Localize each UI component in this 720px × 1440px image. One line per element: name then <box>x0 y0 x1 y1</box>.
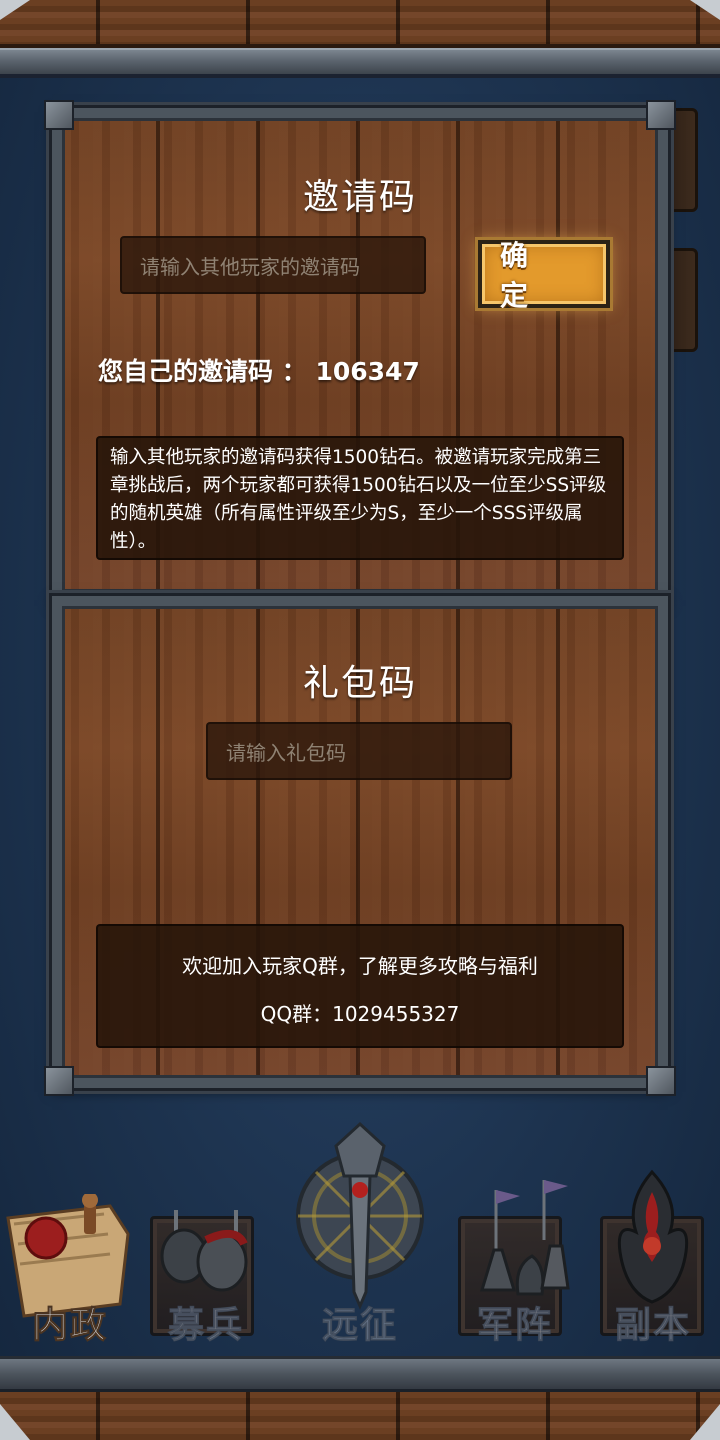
confirm-button[interactable]: 确 定 <box>475 237 613 312</box>
bottom-left-corner-ornament <box>0 1404 30 1440</box>
gift-code-input[interactable]: 请输入礼包码 <box>206 722 512 780</box>
qq-group-label: QQ群： <box>260 1002 333 1026</box>
invite-code-panel: 邀请码 请输入其他玩家的邀请码 确 定 您自己的邀请码 ： 106347 输入其… <box>44 100 676 605</box>
own-invite-code-label: 您自己的邀请码 ： <box>98 357 307 386</box>
corner-bolt <box>646 100 676 130</box>
gift-code-placeholder: 请输入礼包码 <box>226 740 346 765</box>
invite-code-title: 邀请码 <box>302 177 417 218</box>
bottom-metal-rail <box>0 1356 720 1392</box>
corner-bolt <box>646 1066 676 1096</box>
sword-emblem-icon <box>296 1121 424 1310</box>
gift-code-panel: 礼包码 请输入礼包码 欢迎加入玩家Q群，了解更多攻略与福利 QQ群：102945… <box>44 593 676 1096</box>
bottom-wood-frame <box>0 1392 720 1440</box>
top-right-corner-ornament <box>690 0 720 20</box>
invite-description-box: 输入其他玩家的邀请码获得1500钻石。被邀请玩家完成第三章挑战后，两个玩家都可获… <box>96 436 624 560</box>
invite-code-placeholder: 请输入其他玩家的邀请码 <box>140 254 360 279</box>
nav-tab-recruit[interactable]: 募兵 <box>136 1110 276 1356</box>
nav-tab-dungeon[interactable]: 副本 <box>586 1110 720 1356</box>
own-invite-code-value: 106347 <box>315 357 420 386</box>
bottom-navigation: 内政 募兵 远征 军阵 副本 <box>0 1110 720 1356</box>
qq-welcome-text: 欢迎加入玩家Q群，了解更多攻略与福利 <box>182 954 538 978</box>
qq-group-line: QQ群：1029455327 <box>98 998 622 1027</box>
nav-tab-domestic[interactable]: 内政 <box>0 1110 140 1356</box>
nav-label-expedition: 远征 <box>321 1305 398 1347</box>
top-left-corner-ornament <box>0 0 30 20</box>
nav-label-domestic: 内政 <box>31 1305 108 1347</box>
top-wood-frame <box>0 0 720 48</box>
qq-group-box: 欢迎加入玩家Q群，了解更多攻略与福利 QQ群：1029455327 <box>96 924 624 1048</box>
nav-label-formation: 军阵 <box>476 1305 553 1347</box>
nav-label-recruit: 募兵 <box>167 1305 244 1347</box>
corner-bolt <box>44 1066 74 1096</box>
bottom-right-corner-ornament <box>690 1404 720 1440</box>
own-invite-code: 您自己的邀请码 ： 106347 <box>98 352 420 388</box>
invite-description-text: 输入其他玩家的邀请码获得1500钻石。被邀请玩家完成第三章挑战后，两个玩家都可获… <box>110 447 607 552</box>
nav-tab-expedition[interactable]: 远征 <box>276 1110 444 1356</box>
nav-label-dungeon: 副本 <box>614 1305 691 1347</box>
top-metal-rail <box>0 48 720 78</box>
gift-code-title: 礼包码 <box>302 663 417 704</box>
nav-tab-formation[interactable]: 军阵 <box>444 1110 586 1356</box>
corner-bolt <box>44 100 74 130</box>
qq-group-number: 1029455327 <box>332 1002 460 1026</box>
invite-code-input[interactable]: 请输入其他玩家的邀请码 <box>120 236 426 294</box>
